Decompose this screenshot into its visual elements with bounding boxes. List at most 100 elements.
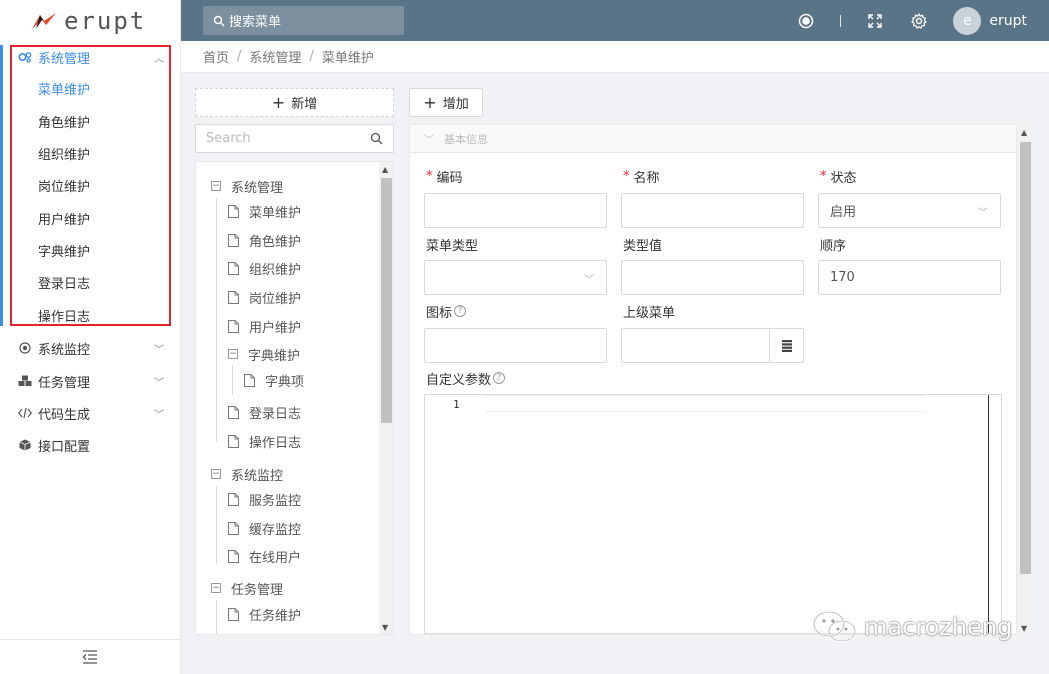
tree-node-service-monitor[interactable]: 服务监控 — [228, 488, 301, 510]
sidebar-item-org-maintenance[interactable]: 组织维护 — [38, 142, 90, 164]
collapse-toggle-icon[interactable]: − — [211, 181, 221, 191]
user-avatar[interactable]: e — [953, 6, 982, 35]
sidebar-item-dict-maintenance[interactable]: 字典维护 — [38, 239, 90, 261]
file-icon — [228, 607, 239, 621]
username[interactable]: erupt — [989, 13, 1027, 29]
tree-node-post-maintenance[interactable]: 岗位维护 — [228, 286, 301, 308]
section-header-basic-info[interactable]: ﹀ 基本信息 — [410, 125, 1016, 153]
editor-current-line[interactable] — [485, 395, 925, 412]
menu-type-select[interactable]: ﹀ — [424, 260, 607, 295]
tree-node-task-maintenance[interactable]: 任务维护 — [228, 603, 301, 625]
parent-menu-input[interactable] — [621, 328, 804, 363]
tree-scrollbar[interactable]: ▲ ▼ — [379, 162, 393, 634]
top-header: erupt 搜索菜单 e erupt — [0, 0, 1049, 41]
section-title: 基本信息 — [444, 132, 488, 146]
sidebar-collapse-button[interactable] — [0, 639, 180, 674]
settings-gear-icon[interactable] — [909, 11, 929, 31]
tree-add-new-button[interactable]: + 新增 — [195, 88, 394, 117]
tree-node-label: 缓存监控 — [249, 522, 302, 538]
status-select[interactable]: 启用 ﹀ — [818, 193, 1001, 228]
code-label-text: 编码 — [436, 170, 463, 186]
help-question-icon[interactable]: ? — [493, 372, 506, 384]
breadcrumb-home[interactable]: 首页 — [203, 47, 229, 66]
status-label: * 状态 — [820, 167, 857, 186]
sidebar-group-api-config[interactable]: 接口配置 — [18, 434, 168, 456]
collapse-toggle-icon[interactable]: − — [211, 469, 221, 479]
tree-node-label: 字典项 — [265, 374, 305, 390]
main-scrollbar-thumb[interactable] — [1020, 142, 1031, 574]
logo[interactable]: erupt — [0, 0, 181, 41]
scroll-up-arrow-icon[interactable]: ▲ — [382, 165, 388, 174]
name-input[interactable] — [621, 193, 804, 228]
help-question-icon[interactable]: ? — [454, 305, 467, 317]
tree-node-user-maintenance[interactable]: 用户维护 — [228, 315, 301, 337]
scroll-down-arrow-icon[interactable]: ▼ — [382, 623, 388, 632]
tree-node-label: 操作日志 — [249, 435, 302, 451]
file-icon — [228, 290, 239, 304]
tree-node-dict-maintenance[interactable]: − 字典维护 — [228, 343, 300, 365]
file-icon — [228, 405, 239, 419]
tree-node-login-log[interactable]: 登录日志 — [228, 401, 301, 423]
gears-icon — [18, 50, 32, 64]
sidebar-group-label: 代码生成 — [38, 407, 91, 423]
editor-scrollbar[interactable] — [988, 395, 1001, 633]
sidebar-item-user-maintenance[interactable]: 用户维护 — [38, 207, 90, 229]
tree-node-system-management[interactable]: − 系统管理 — [211, 175, 283, 197]
menu-tree: − 系统管理 菜单维护 角色维护 组织维护 岗位维护 用户维护 − 字典维护 字… — [195, 161, 394, 635]
tree-search-input[interactable]: Search — [195, 124, 394, 153]
sidebar-item-operation-log[interactable]: 操作日志 — [38, 304, 90, 326]
custom-params-code-editor[interactable]: 1 — [424, 394, 1002, 634]
tree-node-cache-monitor[interactable]: 缓存监控 — [228, 517, 301, 539]
chevron-down-icon: ﹀ — [584, 275, 594, 286]
sidebar-group-system-management[interactable]: 系统管理 ︿ — [18, 46, 168, 68]
sidebar-group-code-generation[interactable]: 代码生成 ﹀ — [18, 402, 168, 424]
search-icon — [370, 132, 383, 145]
sidebar-item-menu-maintenance[interactable]: 菜单维护 — [38, 77, 90, 99]
add-button[interactable]: + 增加 — [409, 88, 483, 117]
tree-node-task-management[interactable]: − 任务管理 — [211, 577, 283, 599]
sidebar-item-login-log[interactable]: 登录日志 — [38, 271, 90, 293]
tree-node-label: 用户维护 — [249, 320, 302, 336]
type-value-label: 类型值 — [623, 238, 663, 254]
tree-scrollbar-thumb[interactable] — [381, 178, 392, 423]
wechat-icon — [813, 611, 856, 642]
plus-icon: + — [271, 93, 286, 112]
watermark-text: macrozheng — [864, 613, 1013, 641]
sidebar-item-role-maintenance[interactable]: 角色维护 — [38, 110, 90, 132]
search-icon — [213, 15, 225, 26]
erupt-logo-icon — [32, 12, 56, 29]
type-value-input[interactable] — [621, 260, 804, 295]
icon-label: 图标 ? — [426, 302, 467, 321]
fullscreen-icon[interactable] — [865, 11, 885, 31]
scroll-up-arrow-icon[interactable]: ▲ — [1021, 128, 1027, 137]
collapse-toggle-icon[interactable]: − — [211, 583, 221, 593]
icon-input[interactable] — [424, 328, 607, 363]
tree-node-label: 任务管理 — [231, 582, 284, 598]
tree-node-role-maintenance[interactable]: 角色维护 — [228, 229, 301, 251]
code-input[interactable] — [424, 193, 607, 228]
tree-guide-line — [216, 600, 217, 634]
custom-params-label: 自定义参数 ? — [426, 369, 506, 388]
theme-toggle-icon[interactable] — [796, 11, 816, 31]
tree-node-menu-maintenance[interactable]: 菜单维护 — [228, 200, 301, 222]
scroll-down-arrow-icon[interactable]: ▼ — [1021, 624, 1027, 633]
status-value: 启用 — [830, 205, 857, 220]
sidebar-group-system-monitor[interactable]: 系统监控 ﹀ — [18, 337, 168, 359]
breadcrumb-system-management[interactable]: 系统管理 — [249, 47, 301, 66]
tree-node-dict-item[interactable]: 字典项 — [244, 369, 304, 391]
tree-node-system-monitor[interactable]: − 系统监控 — [211, 463, 283, 485]
order-input[interactable]: 170 — [818, 260, 1001, 295]
sidebar-item-post-maintenance[interactable]: 岗位维护 — [38, 174, 90, 196]
tree-node-operation-log[interactable]: 操作日志 — [228, 430, 301, 452]
required-mark: * — [820, 168, 827, 184]
sidebar-group-task-management[interactable]: 任务管理 ﹀ — [18, 370, 168, 392]
collapse-toggle-icon[interactable]: − — [228, 349, 238, 359]
tree-node-online-users[interactable]: 在线用户 — [228, 545, 301, 567]
add-new-label: 新增 — [291, 97, 318, 112]
parent-menu-lookup-button[interactable] — [769, 329, 803, 362]
tree-node-org-maintenance[interactable]: 组织维护 — [228, 257, 301, 279]
file-icon — [228, 521, 239, 535]
tree-node-label: 菜单维护 — [249, 205, 302, 221]
menu-search-input[interactable]: 搜索菜单 — [203, 6, 404, 35]
main-scrollbar[interactable]: ▲ ▼ — [1018, 124, 1033, 635]
